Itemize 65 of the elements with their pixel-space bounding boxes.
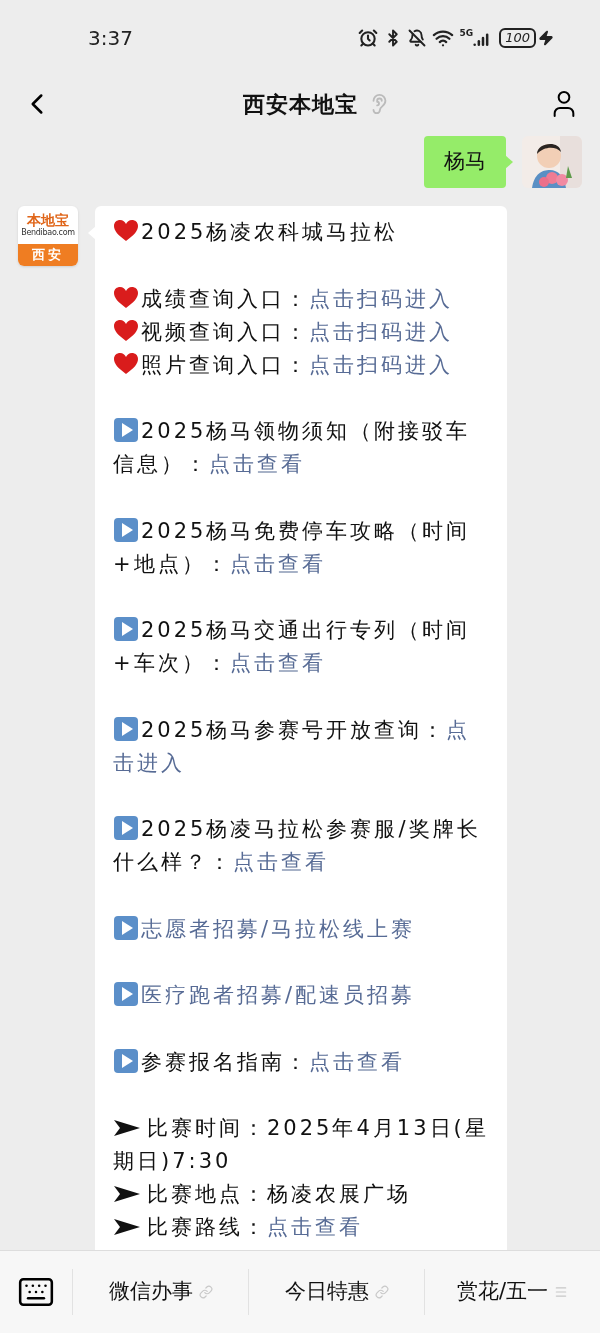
link-icon [198,1285,213,1299]
message-text: 2025杨马领物须知（附接驳车 [141,419,471,443]
message-text: +地点）： [113,551,230,576]
play-icon [113,417,139,443]
message-text: 成绩查询入口： [141,286,309,311]
play-icon [113,981,139,1007]
message-text: 照片查询入口： [141,352,309,377]
menu-button[interactable]: 今日特惠 [284,1276,389,1308]
play-icon [113,516,139,543]
status-time: 3:37 [88,25,133,52]
link[interactable]: 击进入 [113,750,185,775]
message-text: 什么样？： [113,850,233,874]
arrow-icon [113,1118,141,1138]
play-icon [113,914,139,941]
play-icon [113,616,139,642]
menu-icon [554,1285,569,1299]
link[interactable]: 点击查看 [229,551,326,576]
heart-icon [113,219,139,243]
chat-title: 西安本地宝 [242,90,358,119]
wifi-icon [431,27,454,49]
menu-button[interactable]: 赏花/五一 [456,1276,569,1308]
message-text: 比赛路线： [147,1215,267,1239]
alarm-icon [357,28,378,48]
link-icon [374,1285,389,1299]
message-text: 比赛地点：杨凌农展广场 [147,1182,411,1206]
link[interactable]: 点击查看 [233,850,329,874]
logo-text: 本地宝 [27,213,69,227]
message-text: 信息）： [113,452,209,476]
link[interactable]: 点击扫码进入 [309,319,453,344]
link[interactable]: 点击扫码进入 [309,286,453,311]
battery-level: 100 [499,28,536,48]
message-text: 期日)7:30 [113,1149,232,1173]
play-icon [113,1047,139,1074]
network-label: 5G [459,29,474,38]
message-text: 比赛时间：2025年4月13日(星 [147,1116,489,1140]
play-icon [113,715,139,742]
heart-icon [113,285,139,310]
message-text: 视频查询入口： [141,319,309,344]
heart-icon [113,318,139,343]
message-text: 2025杨凌农科城马拉松 [141,220,399,244]
link[interactable]: 点击扫码进入 [309,352,453,377]
message-text: 2025杨马交通出行专列（时间 [141,618,471,642]
menu-button[interactable]: 微信办事 [108,1276,213,1308]
city-label: 西安 [32,246,64,265]
mute-icon [407,29,426,47]
link[interactable]: 点击查看 [229,651,326,675]
arrow-icon [113,1217,141,1237]
link[interactable]: 点 [446,717,471,742]
message-text: 2025杨马免费停车攻略（时间 [141,518,471,543]
message-text: +车次）： [113,651,230,675]
link[interactable]: 点击查看 [309,1049,405,1074]
account-avatar[interactable]: 本地宝 Bendibao.com 西安 [18,206,78,266]
link[interactable]: 医疗跑者招募/配速员招募 [141,983,416,1007]
charging-icon [538,30,554,46]
bubble-tail [505,155,513,169]
message-text: 2025杨马参赛号开放查询： [141,717,447,742]
message-text: 参赛报名指南： [141,1049,309,1074]
arrow-icon [113,1184,141,1204]
link[interactable]: 点击查看 [209,452,305,476]
logo-domain: Bendibao.com [21,229,75,237]
heart-icon [113,351,139,376]
play-icon [113,815,139,841]
message-text: 2025杨凌马拉松参赛服/奖牌长 [141,817,481,841]
link[interactable]: 志愿者招募/马拉松线上赛 [141,916,416,941]
link[interactable]: 点击查看 [267,1215,363,1239]
